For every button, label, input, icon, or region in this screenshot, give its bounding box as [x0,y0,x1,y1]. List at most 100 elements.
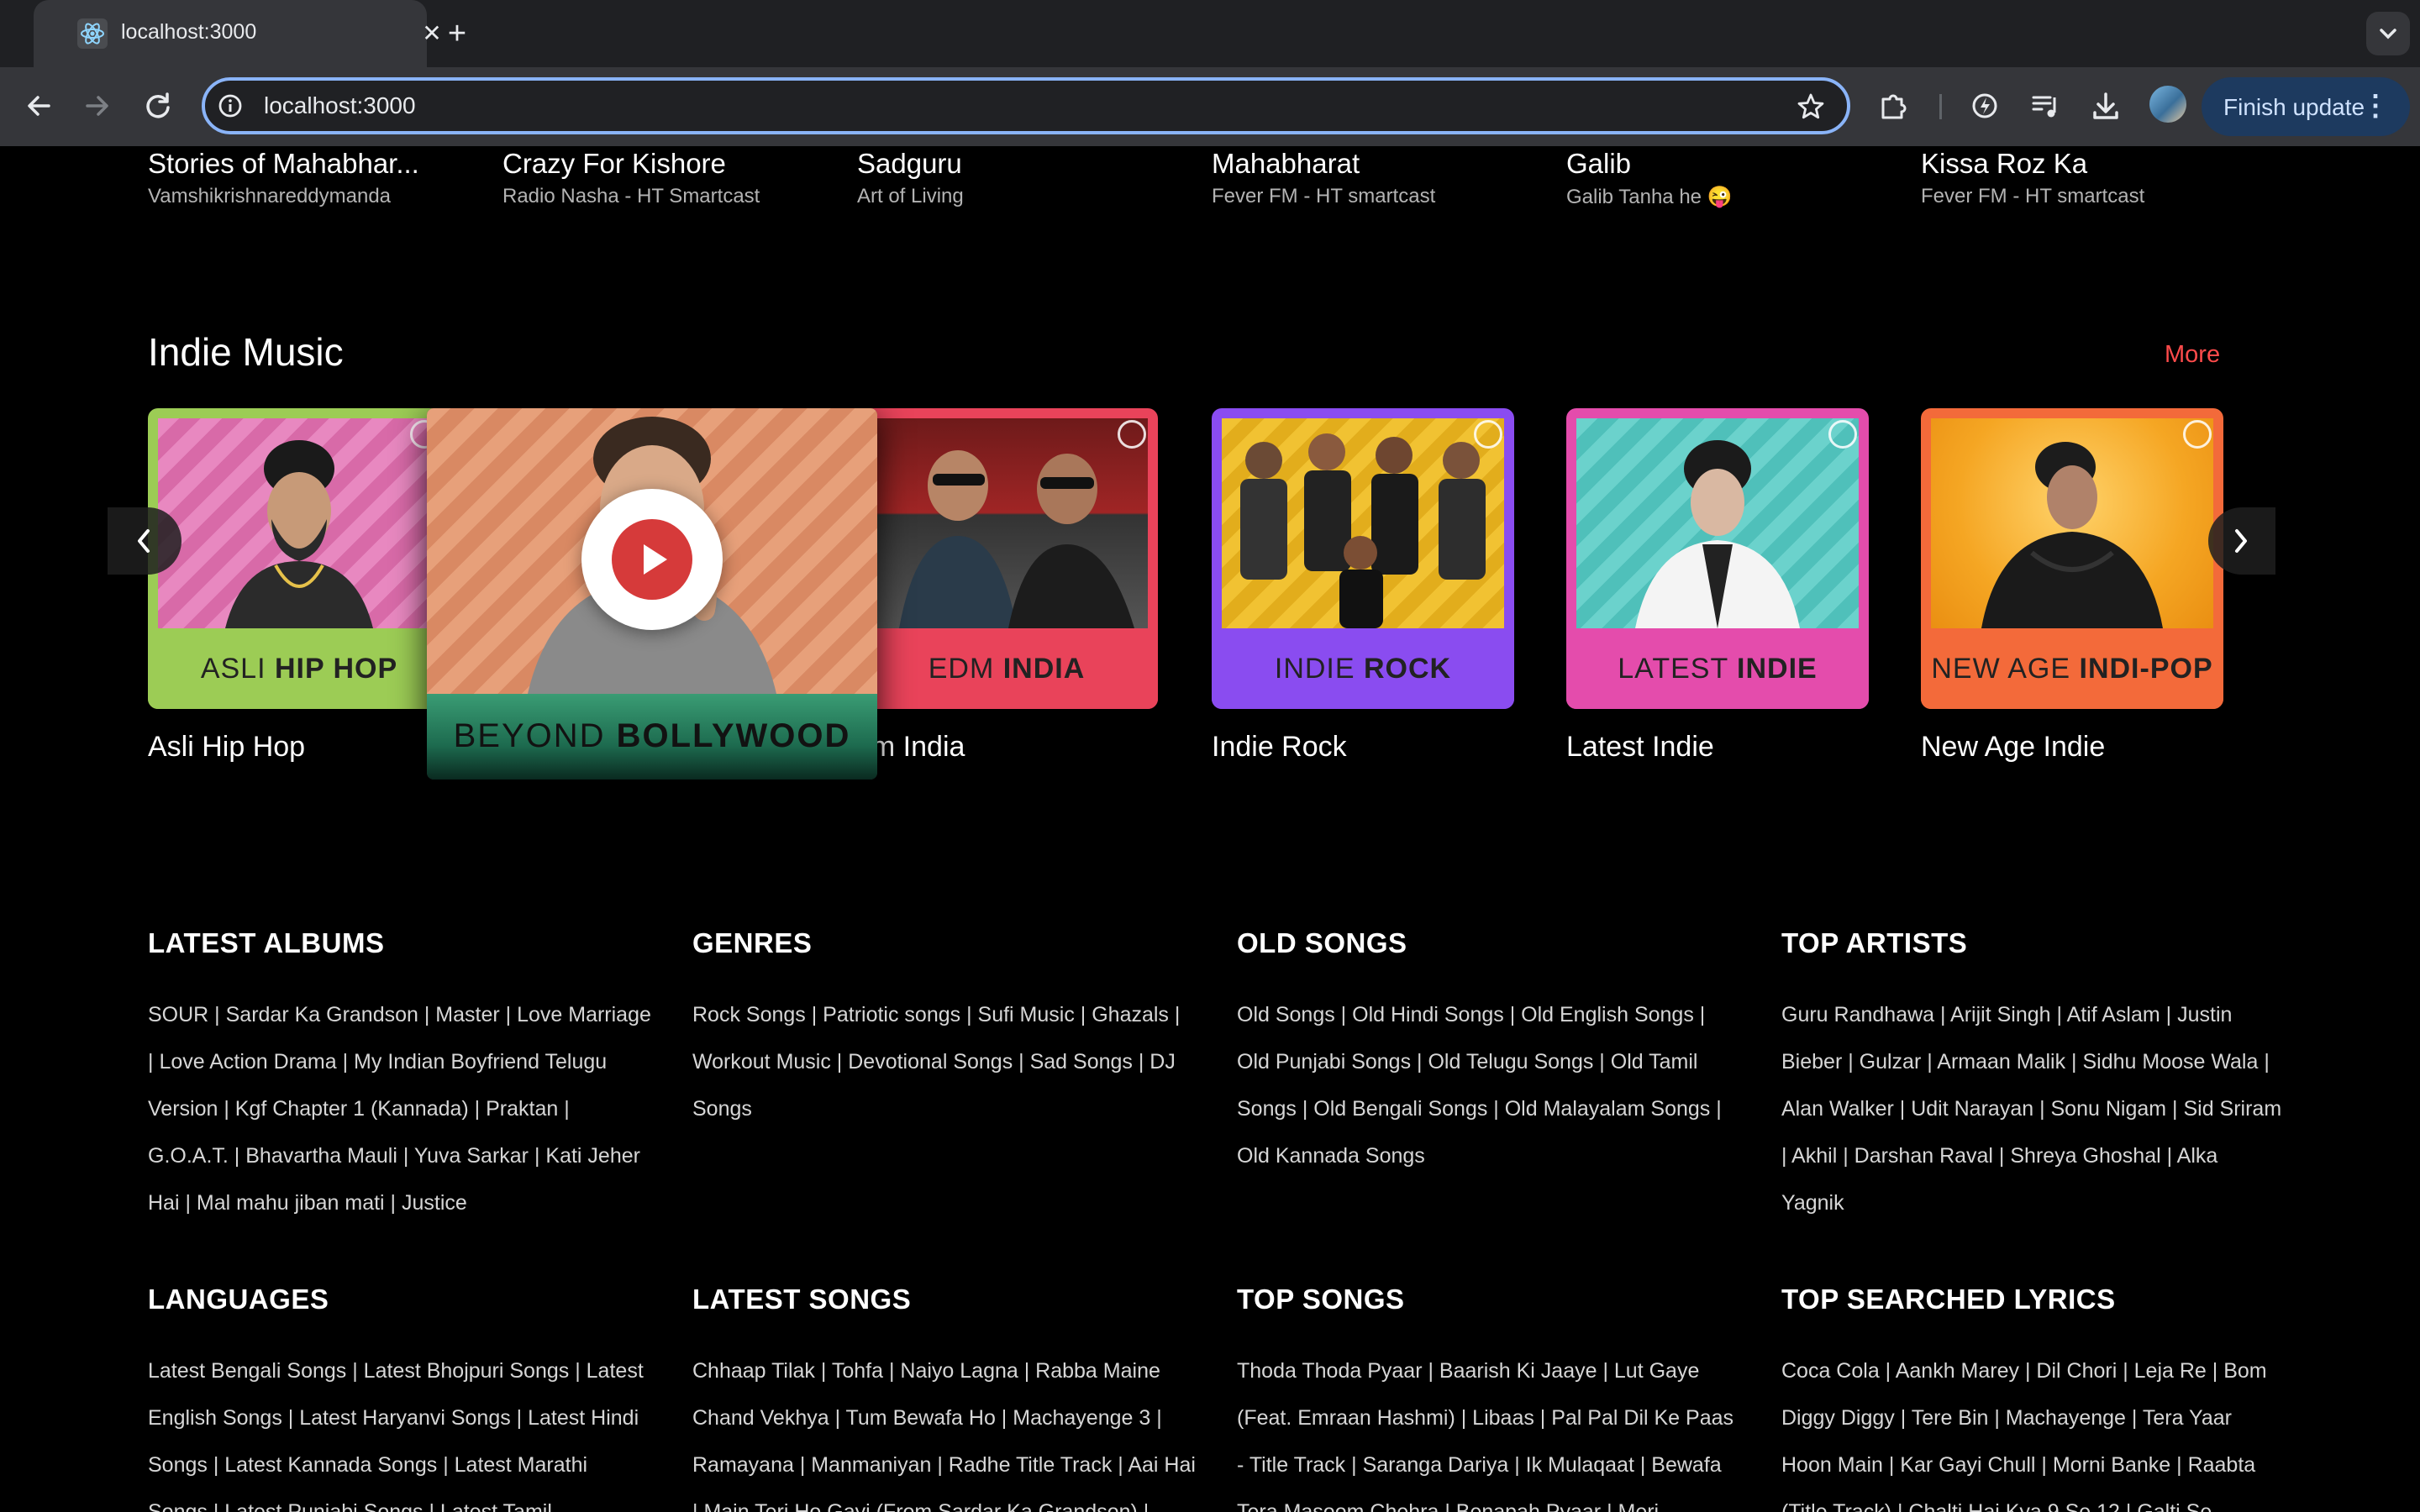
footer-links[interactable]: Old Songs | Old Hindi Songs | Old Englis… [1237,991,1741,1179]
more-vertical-icon[interactable]: ⋮ [2361,89,2390,123]
podcast-subtitle: Fever FM - HT smartcast [1212,185,1436,207]
music-badge-icon [2183,420,2212,449]
artwork-band: NEW AGE INDI-POP [1921,628,2223,709]
band-text-bold: ROCK [1364,653,1452,685]
footer-links[interactable]: Latest Bengali Songs | Latest Bhojpuri S… [148,1347,652,1512]
playlist-artwork[interactable]: INDIE ROCK [1212,408,1514,709]
extensions-puzzle-icon[interactable] [1876,87,1912,124]
artwork-photo [865,418,1148,628]
footer-links[interactable]: Thoda Thoda Pyaar | Baarish Ki Jaaye | L… [1237,1347,1741,1512]
profile-avatar[interactable] [2149,86,2186,123]
browser-tab[interactable]: localhost:3000 ✕ [34,0,442,67]
finish-update-label: Finish update [2223,94,2365,120]
podcast-subtitle: Radio Nasha - HT Smartcast [502,185,760,207]
browser-toolbar: localhost:3000 Finish update ⋮ [0,67,2420,146]
podcast-title: Galib [1566,148,1632,179]
footer-genres: GENRES Rock Songs | Patriotic songs | Su… [692,927,1197,1132]
new-tab-icon[interactable]: + [440,17,474,50]
podcast-subtitle: Galib Tanha he 😜 [1566,186,1733,208]
music-badge-icon [1474,420,1502,449]
podcast-subtitle: Fever FM - HT smartcast [1921,185,2145,207]
download-icon[interactable] [2087,87,2124,124]
performance-icon[interactable] [1966,87,2003,124]
music-badge-icon [1118,420,1146,449]
playlist-title: Asli Hip Hop [148,731,306,763]
band-text-light: ASLI [200,653,275,685]
band-text-bold: BOLLYWOOD [616,717,851,754]
bookmark-star-icon[interactable] [1795,91,1827,123]
playlist-title: Latest Indie [1566,731,1714,763]
artwork-band: LATEST INDIE [1566,628,1869,709]
forward-arrow-icon[interactable] [77,86,118,126]
tab-search-button[interactable] [2366,12,2410,55]
more-link[interactable]: More [2165,341,2220,369]
footer-heading: LATEST ALBUMS [148,927,385,958]
podcast-title: Kissa Roz Ka [1921,148,2088,179]
footer-heading: TOP ARTISTS [1781,927,1968,958]
footer-top-searched-lyrics: TOP SEARCHED LYRICS Coca Cola | Aankh Ma… [1781,1284,2286,1512]
artist-figure [1240,433,1486,628]
band-text-light: NEW AGE [1931,653,2080,685]
podcast-title: Sadguru [857,148,962,179]
artwork-photo [1931,418,2213,628]
footer-heading: LANGUAGES [148,1284,329,1315]
footer-heading: TOP SEARCHED LYRICS [1781,1284,2116,1315]
band-text-bold: HIP HOP [274,653,398,685]
playlist-artwork[interactable]: NEW AGE INDI-POP [1921,408,2223,709]
footer-latest-songs: LATEST SONGS Chhaap Tilak | Tohfa | Naiy… [692,1284,1197,1512]
reload-icon[interactable] [138,86,178,126]
band-text-bold: INDIE [1737,653,1818,685]
carousel-prev-button[interactable] [108,507,182,575]
footer-links[interactable]: Coca Cola | Aankh Marey | Dil Chori | Le… [1781,1347,2286,1512]
artist-figure [1635,440,1800,628]
playlist-artwork[interactable]: LATEST INDIE [1566,408,1869,709]
footer-links[interactable]: Guru Randhawa | Arijit Singh | Atif Asla… [1781,991,2286,1226]
band-text-light: BEYOND [453,717,617,754]
tab-title: localhost:3000 [121,20,257,44]
artist-figure [225,440,373,628]
band-text-bold: INDI-POP [2079,653,2213,685]
playlist-artwork[interactable]: ASLI HIP HOP [148,408,450,709]
footer-latest-albums: LATEST ALBUMS SOUR | Sardar Ka Grandson … [148,927,652,1226]
footer-heading: GENRES [692,927,813,958]
artist-figure [899,450,1134,628]
react-favicon-icon [77,18,108,49]
chevron-down-icon [2380,29,2396,39]
artwork-band: BEYOND BOLLYWOOD [427,694,877,780]
podcast-title: Stories of Mahabhar... [148,148,419,179]
footer-top-artists: TOP ARTISTS Guru Randhawa | Arijit Singh… [1781,927,2286,1226]
hovered-playlist-card[interactable]: BEYOND BOLLYWOOD [427,408,877,780]
artwork-band: EDM INDIA [855,628,1158,709]
media-control-icon[interactable] [2027,87,2064,124]
url-text[interactable]: localhost:3000 [264,92,416,119]
section-title-indie-music: Indie Music [148,330,344,374]
site-info-icon[interactable] [217,92,244,119]
address-bar[interactable]: localhost:3000 [202,77,1850,134]
band-text-bold: INDIA [1002,653,1086,685]
band-text-light: LATEST [1618,653,1738,685]
band-text-light: INDIE [1274,653,1364,685]
footer-links[interactable]: Rock Songs | Patriotic songs | Sufi Musi… [692,991,1197,1132]
indie-carousel: ASLI HIP HOP Asli Hip Hop EDM INDIA dm I… [0,408,2420,828]
footer-links[interactable]: SOUR | Sardar Ka Grandson | Master | Lov… [148,991,652,1226]
footer-links[interactable]: Chhaap Tilak | Tohfa | Naiyo Lagna | Rab… [692,1347,1197,1512]
artwork-band: ASLI HIP HOP [148,628,450,709]
footer-heading: TOP SONGS [1237,1284,1405,1315]
browser-tab-bar: localhost:3000 ✕ + [0,0,2420,67]
finish-update-button[interactable]: Finish update ⋮ [2202,77,2410,136]
playlist-title: Indie Rock [1212,731,1347,763]
back-arrow-icon[interactable] [18,86,59,126]
artist-figure [1981,442,2163,628]
play-circle [612,519,692,600]
carousel-next-button[interactable] [2208,507,2275,575]
footer-old-songs: OLD SONGS Old Songs | Old Hindi Songs | … [1237,927,1741,1179]
toolbar-divider [1939,94,1942,119]
playlist-title: New Age Indie [1921,731,2106,763]
playlist-artwork[interactable]: EDM INDIA [855,408,1158,709]
artwork-band: INDIE ROCK [1212,628,1514,709]
podcast-subtitle: Vamshikrishnareddymanda [148,185,392,207]
music-badge-icon [1828,420,1857,449]
artwork-photo [1222,418,1504,628]
footer-heading: OLD SONGS [1237,927,1407,958]
play-button[interactable] [581,489,723,630]
